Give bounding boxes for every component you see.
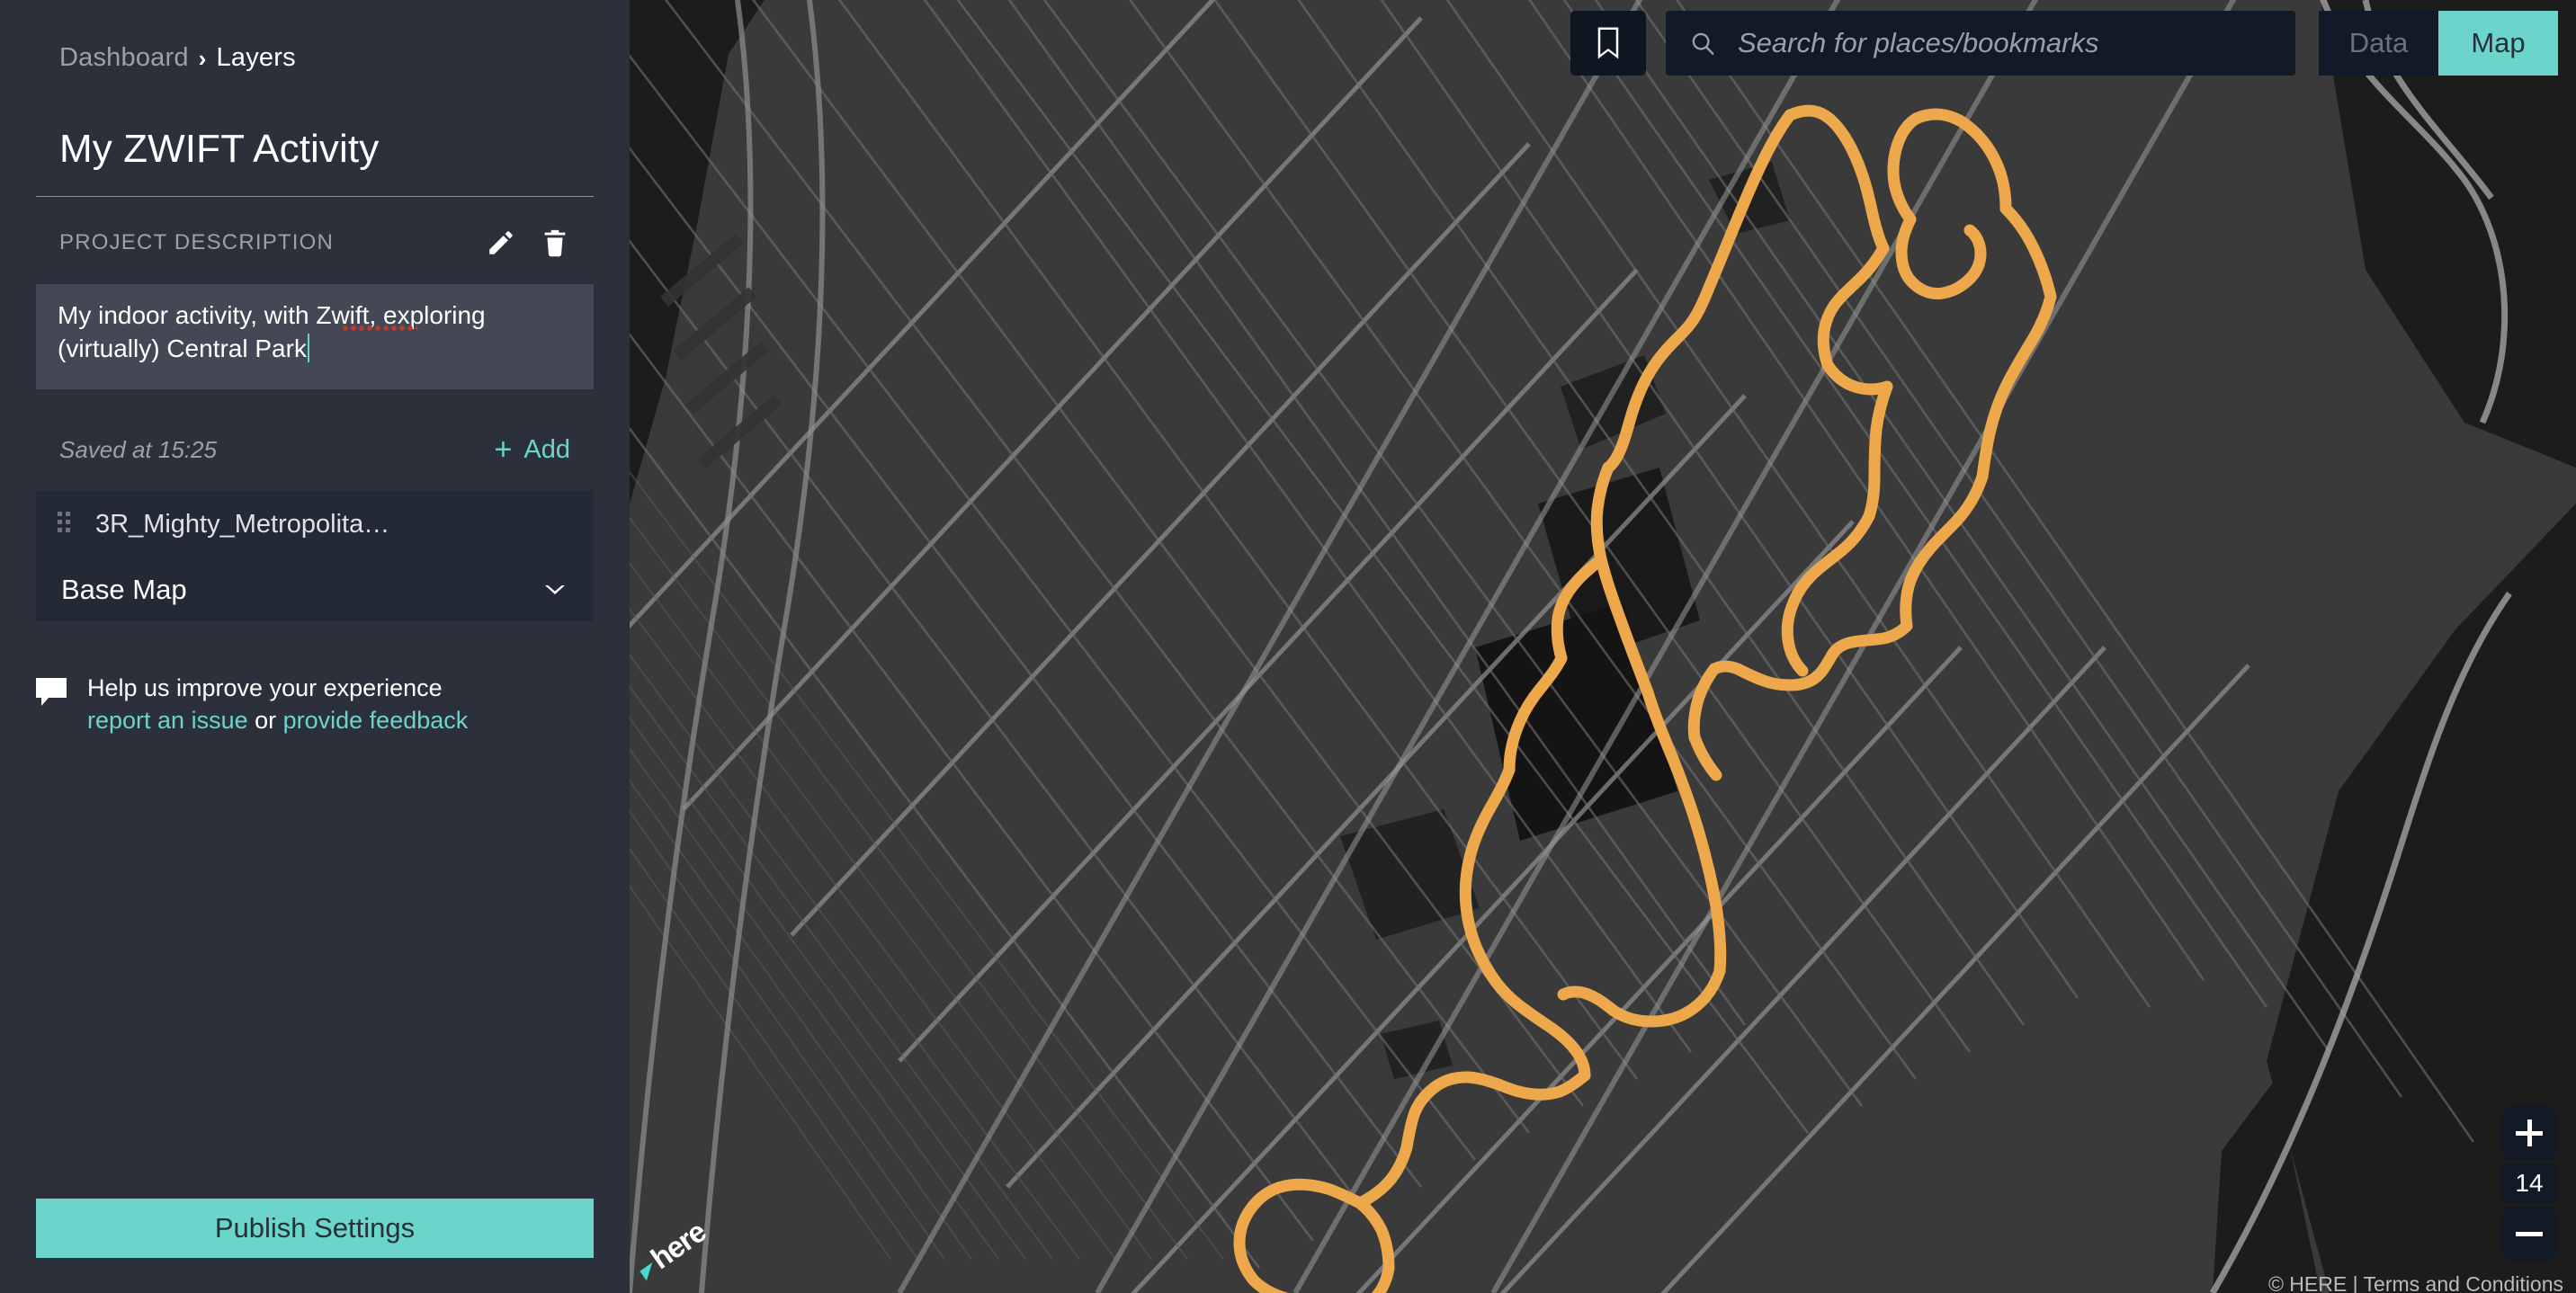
drag-handle-icon[interactable]	[58, 512, 70, 537]
saved-status: Saved at 15:25	[59, 435, 217, 463]
view-toggle: Data Map	[2319, 11, 2558, 76]
tab-map[interactable]: Map	[2438, 11, 2558, 76]
plus-icon: +	[494, 432, 513, 467]
tab-data[interactable]: Data	[2319, 11, 2438, 76]
map-attribution[interactable]: © HERE | Terms and Conditions	[2268, 1272, 2563, 1293]
base-map-select[interactable]: Base Map	[36, 558, 594, 621]
title-divider	[36, 196, 594, 197]
search-icon	[1689, 30, 1716, 57]
layer-name: 3R_Mighty_Metropolita…	[95, 509, 390, 539]
list-item[interactable]: 3R_Mighty_Metropolita…	[36, 490, 594, 558]
feedback-conjunction: or	[247, 706, 283, 734]
breadcrumb-dashboard-link[interactable]: Dashboard	[59, 43, 189, 73]
spellcheck-underline	[343, 325, 417, 331]
map-top-controls: Data Map	[630, 11, 2576, 76]
base-map-label: Base Map	[61, 574, 187, 605]
add-layer-button[interactable]: + Add	[495, 434, 570, 465]
saved-row: Saved at 15:25 + Add	[0, 434, 630, 465]
project-description-label: PROJECT DESCRIPTION	[59, 230, 335, 254]
text-caret	[307, 334, 309, 363]
pencil-icon[interactable]	[486, 227, 516, 258]
bookmark-icon[interactable]	[1570, 11, 1646, 76]
feedback-headline: Help us improve your experience	[87, 674, 443, 701]
trash-icon[interactable]	[540, 227, 570, 258]
project-description-text: My indoor activity, with Zwift, explorin…	[58, 301, 493, 363]
search-bar[interactable]	[1666, 11, 2295, 76]
chevron-down-icon	[543, 583, 567, 597]
zoom-level: 14	[2502, 1164, 2556, 1203]
map-canvas[interactable]: Data Map 14 here © HERE | Terms and Cond…	[630, 0, 2576, 1293]
zoom-out-button[interactable]	[2502, 1207, 2556, 1261]
report-an-issue-link[interactable]: report an issue	[87, 707, 248, 734]
publish-settings-button[interactable]: Publish Settings	[36, 1199, 594, 1258]
search-input[interactable]	[1738, 27, 2272, 59]
breadcrumb-separator-icon: ›	[198, 44, 207, 72]
base-map-tiles	[630, 0, 2576, 1293]
breadcrumb-current: Layers	[216, 43, 296, 72]
zoom-controls: 14	[2502, 1106, 2556, 1261]
project-description-textarea[interactable]: My indoor activity, with Zwift, explorin…	[36, 284, 594, 389]
page-title: My ZWIFT Activity	[59, 127, 380, 171]
breadcrumb: Dashboard › Layers	[0, 0, 630, 73]
feedback-block: Help us improve your experience report a…	[34, 673, 630, 737]
add-layer-label: Add	[523, 434, 570, 464]
project-description-header: PROJECT DESCRIPTION	[0, 227, 630, 258]
zoom-in-button[interactable]	[2502, 1106, 2556, 1160]
sidebar: Dashboard › Layers My ZWIFT Activity PRO…	[0, 0, 630, 1293]
speech-bubble-icon	[34, 676, 68, 707]
provide-feedback-link[interactable]: provide feedback	[283, 707, 469, 734]
